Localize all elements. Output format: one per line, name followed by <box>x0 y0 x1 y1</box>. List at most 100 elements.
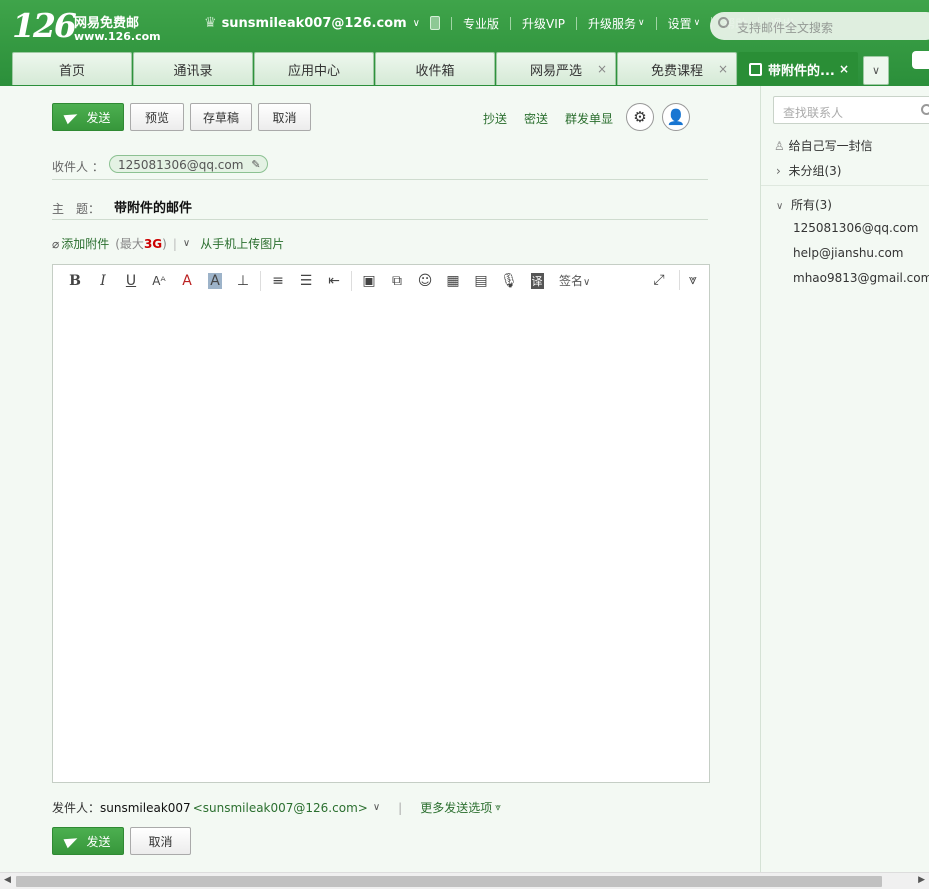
horizontal-scrollbar[interactable]: ◀ ▶ <box>0 872 929 889</box>
arrow-right-icon[interactable]: ▶ <box>918 875 925 885</box>
subject-input[interactable]: 带附件的邮件 <box>114 197 192 216</box>
group-ungrouped[interactable]: › 未分组(3) <box>776 162 841 179</box>
send-label: 发送 <box>86 110 111 125</box>
highlight-icon[interactable]: A <box>201 269 229 293</box>
tab-label: 网易严选 <box>529 63 582 79</box>
contact-item[interactable]: mhao9813@gmail.com <box>793 271 929 285</box>
close-icon[interactable]: × <box>839 62 849 76</box>
font-size-icon[interactable]: Aᴬ <box>145 269 173 293</box>
signature-dropdown[interactable]: 签名∨ <box>559 272 590 289</box>
scroll-thumb[interactable] <box>16 876 882 887</box>
divider <box>52 219 708 220</box>
collapse-toolbar-icon[interactable]: ⩔ <box>679 268 707 292</box>
attach-limit-value: 3G <box>143 237 163 251</box>
group-all[interactable]: ∨ 所有(3) <box>776 196 832 213</box>
close-icon[interactable]: × <box>597 62 607 76</box>
align-left-icon[interactable]: ≡ <box>264 269 292 293</box>
tab-contacts[interactable]: 通讯录 <box>133 52 253 85</box>
calendar-icon[interactable]: ▤ <box>467 269 495 293</box>
chevron-down-icon: ∨ <box>583 277 591 288</box>
format-brush-icon[interactable]: ⊥ <box>229 269 257 293</box>
send-button-bottom[interactable]: 发送 <box>52 827 124 855</box>
gear-icon[interactable]: ⚙ <box>626 103 654 131</box>
cancel-button-bottom[interactable]: 取消 <box>130 827 191 855</box>
add-contact-icon[interactable]: 👤 <box>662 103 690 131</box>
sender-address[interactable]: <sunsmileak007@126.com> <box>193 801 368 815</box>
emoji-icon[interactable]: ☺ <box>411 269 439 293</box>
chevron-down-icon[interactable]: ∨ <box>373 802 380 813</box>
link-vip[interactable]: 升级VIP <box>522 15 565 32</box>
stationery-icon[interactable]: ▦ <box>439 269 467 293</box>
tab-courses[interactable]: 免费课程 × <box>617 52 737 85</box>
preview-button[interactable]: 预览 <box>130 103 184 131</box>
link-upgrade[interactable]: 升级服务 <box>588 15 636 32</box>
contacts-sidebar: 查找联系人 ♙ 给自己写一封信 › 未分组(3) ∨ 所有(3) 1250813… <box>760 86 929 872</box>
mail-search-input[interactable]: 支持邮件全文搜索 <box>710 12 929 40</box>
chevron-down-icon[interactable]: ∨ <box>413 18 420 29</box>
brand-url: www.126.com <box>74 30 161 43</box>
bcc-link[interactable]: 密送 <box>524 110 548 127</box>
link-settings[interactable]: 设置 <box>668 15 692 32</box>
font-color-icon[interactable]: A <box>173 269 201 293</box>
attach-limit: (最大3G) <box>115 235 167 252</box>
contact-search-input[interactable]: 查找联系人 <box>773 96 929 124</box>
phone-upload-link[interactable]: 从手机上传图片 <box>200 235 284 252</box>
tab-home[interactable]: 首页 <box>12 52 132 85</box>
account-name[interactable]: sunsmileak007@126.com <box>222 16 407 31</box>
tab-apps[interactable]: 应用中心 <box>254 52 374 85</box>
save-draft-button[interactable]: 存草稿 <box>190 103 252 131</box>
underline-icon[interactable]: U <box>117 269 145 293</box>
header-bar: 126 网易免费邮 www.126.com ♛ sunsmileak007@12… <box>0 0 929 86</box>
cc-link[interactable]: 抄送 <box>483 110 507 127</box>
indent-icon[interactable]: ⇤ <box>320 269 348 293</box>
editor-toolbar: B I U Aᴬ A A ⊥ ≡ ☰ ⇤ ▣ ⧉ ☺ ▦ ▤ 🎙 译 签名∨ ⤢… <box>53 265 709 296</box>
tab-label: 带附件的... <box>768 63 835 79</box>
link-pro[interactable]: 专业版 <box>463 15 499 32</box>
tab-yanxuan[interactable]: 网易严选 × <box>496 52 616 85</box>
group-send-link[interactable]: 群发单显 <box>565 110 613 127</box>
tab-label: 通讯录 <box>173 63 213 79</box>
screenshot-icon[interactable]: ⧉ <box>383 269 411 293</box>
write-to-self[interactable]: ♙ 给自己写一封信 <box>774 137 873 154</box>
chevron-down-icon: ∨ <box>693 18 701 28</box>
image-icon[interactable]: ▣ <box>355 269 383 293</box>
contact-item[interactable]: help@jianshu.com <box>793 246 903 260</box>
chevron-down-icon: ∨ <box>638 18 645 28</box>
more-send-options-link[interactable]: 更多发送选项 <box>420 799 492 816</box>
contact-item[interactable]: 125081306@qq.com <box>793 221 918 235</box>
divider <box>52 179 708 180</box>
tab-compose[interactable]: 带附件的... × <box>738 52 858 85</box>
crown-icon: ♛ <box>204 15 217 31</box>
logo[interactable]: 126 <box>12 6 77 45</box>
sender-label: 发件人： <box>52 801 101 815</box>
expand-icon[interactable]: ⤢ <box>645 268 673 292</box>
chevron-down-icon[interactable]: ∨ <box>183 238 190 249</box>
pencil-icon[interactable]: ✎ <box>251 158 260 171</box>
cancel-button[interactable]: 取消 <box>258 103 311 131</box>
bold-icon[interactable]: B <box>61 269 89 293</box>
tab-more-button[interactable]: ∨ <box>863 56 889 85</box>
sender-name[interactable]: sunsmileak007 <box>100 801 191 815</box>
recipient-address: 125081306@qq.com <box>118 157 244 172</box>
brand-name: 网易免费邮 <box>74 16 140 31</box>
rich-text-editor[interactable]: B I U Aᴬ A A ⊥ ≡ ☰ ⇤ ▣ ⧉ ☺ ▦ ▤ 🎙 译 签名∨ ⤢… <box>52 264 710 783</box>
translate-icon[interactable]: 译 <box>523 269 551 293</box>
send-label: 发送 <box>86 834 111 849</box>
close-icon[interactable]: × <box>718 62 728 76</box>
microphone-icon[interactable]: 🎙 <box>495 269 523 293</box>
chevron-down-icon: ∨ <box>871 64 881 77</box>
send-button[interactable]: 发送 <box>52 103 124 131</box>
tab-inbox[interactable]: 收件箱 <box>375 52 495 85</box>
corner-decoration <box>912 51 929 69</box>
italic-icon[interactable]: I <box>89 269 117 293</box>
double-chevron-icon: ⩔ <box>495 802 501 813</box>
add-attachment-link[interactable]: 添加附件 <box>61 235 109 252</box>
top-nav: ♛ sunsmileak007@126.com ∨ 专业版 升级VIP 升级服务… <box>204 14 794 32</box>
send-icon <box>63 109 80 125</box>
recipient-chip[interactable]: 125081306@qq.com ✎ <box>109 155 268 173</box>
search-icon <box>718 17 729 28</box>
attach-limit-suffix: ) <box>162 237 167 251</box>
list-icon[interactable]: ☰ <box>292 269 320 293</box>
phone-icon[interactable] <box>429 16 440 30</box>
arrow-left-icon[interactable]: ◀ <box>4 875 11 885</box>
